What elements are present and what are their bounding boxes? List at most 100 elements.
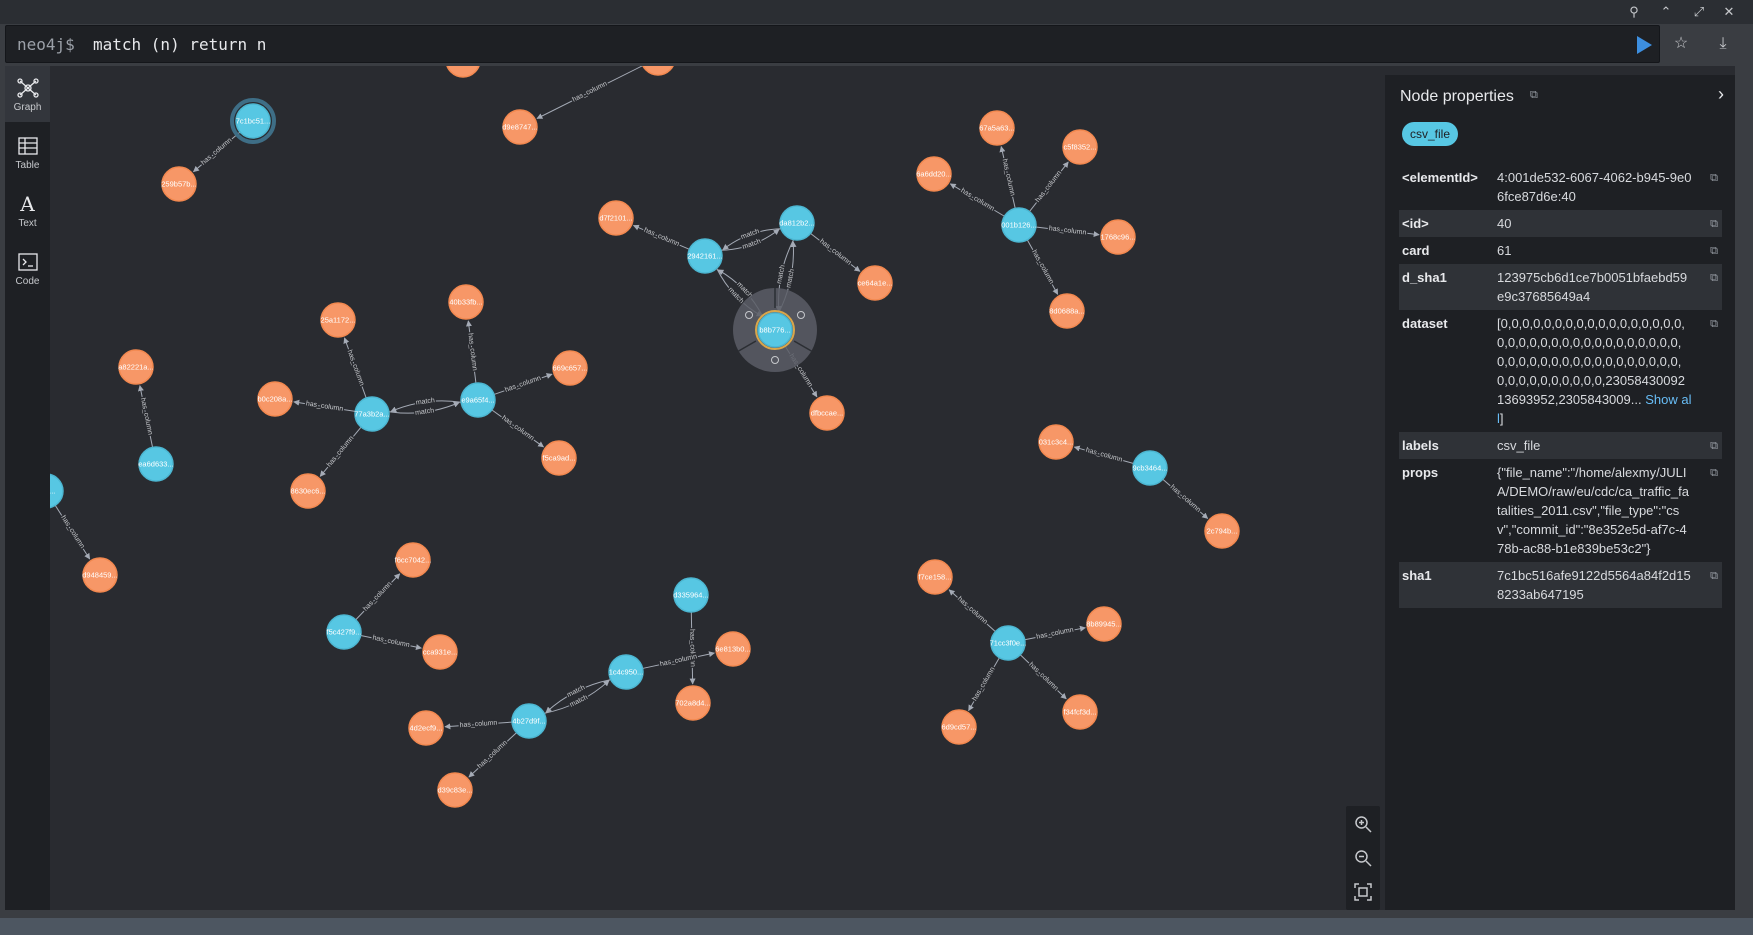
chevron-up-icon[interactable]: ⌃ [1657, 3, 1675, 21]
relationship[interactable]: has_column [491, 409, 545, 448]
chevron-right-icon[interactable]: › [1711, 83, 1731, 105]
graph-node[interactable]: 77a3b2a... [354, 396, 390, 432]
copy-icon[interactable]: ⧉ [1710, 269, 1718, 288]
graph-node[interactable]: f5c427f9... [326, 614, 362, 650]
copy-icon[interactable]: ⧉ [1710, 315, 1718, 334]
pin-icon[interactable]: ⚲ [1625, 3, 1643, 21]
relationship[interactable]: has_column [1029, 161, 1069, 212]
graph-node[interactable]: 259b57b... [161, 166, 197, 202]
relationship[interactable]: has_column [54, 505, 91, 560]
graph-node[interactable]: 669c657... [552, 350, 588, 386]
copy-icon[interactable]: ⧉ [1530, 89, 1538, 102]
label-chip[interactable]: csv_file [1402, 122, 1459, 146]
graph-node[interactable]: 702a8d4... [675, 685, 711, 721]
node-circle[interactable] [641, 66, 675, 76]
copy-icon[interactable]: ⧉ [1710, 437, 1718, 456]
graph-node[interactable]: 8630ec6... [290, 473, 326, 509]
relationship[interactable]: has_column [293, 399, 356, 415]
graph-node[interactable]: d335964... [673, 577, 709, 613]
graph-node[interactable]: 71cc3f0e... [990, 625, 1027, 661]
code-view-button[interactable]: Code [5, 240, 50, 296]
relationship[interactable]: has_column [444, 718, 513, 731]
star-icon[interactable]: ☆ [1671, 34, 1691, 54]
download-icon[interactable]: ⤓ [1713, 34, 1733, 54]
graph-node[interactable]: b0c208a... [257, 381, 293, 417]
relationship[interactable]: has_column [137, 385, 155, 448]
copy-icon[interactable]: ⧉ [1710, 215, 1718, 234]
zoom-in-icon[interactable] [1351, 812, 1375, 836]
graph-node[interactable]: 1c4c950... [608, 654, 644, 690]
graph-node[interactable]: 2c794b... [1204, 513, 1240, 549]
minimize-icon[interactable]: ⤢ [1690, 3, 1708, 21]
graph-node[interactable]: f6cc7042... [395, 542, 432, 578]
graph-node[interactable]: 9cb3464... [1132, 450, 1168, 486]
relationship[interactable]: match [545, 679, 611, 713]
graph-node[interactable]: d948459... [82, 557, 118, 593]
graph-node[interactable]: a82221a... [118, 349, 154, 385]
relationship[interactable]: has_column [355, 573, 401, 621]
text-view-button[interactable]: A Text [5, 182, 50, 238]
relationship[interactable]: has_column [632, 224, 690, 250]
relationship[interactable]: has_column [687, 611, 697, 685]
relationship[interactable]: match [544, 680, 610, 714]
relationship[interactable]: has_column [1026, 239, 1059, 295]
relationship[interactable]: has_column [465, 320, 479, 384]
relationship[interactable]: has_column [319, 426, 362, 477]
relationship[interactable]: has_column [999, 145, 1017, 209]
graph-node[interactable]: 8d0688a... [1049, 293, 1085, 329]
copy-icon[interactable]: ⧉ [1710, 242, 1718, 261]
relationship[interactable]: has_column [343, 337, 367, 399]
copy-icon[interactable]: ⧉ [1710, 169, 1718, 188]
graph-node[interactable]: cca931e... [422, 634, 458, 670]
close-icon[interactable]: ✕ [1720, 3, 1738, 21]
relationship[interactable]: has_column [1019, 654, 1067, 700]
graph-node[interactable]: 001b126... [1001, 207, 1037, 243]
relationship[interactable]: has_column [1073, 445, 1134, 465]
graph-node[interactable]: d7f2101... [598, 200, 634, 236]
graph-node[interactable]: 4b27d9f... [511, 703, 547, 739]
graph-node[interactable]: e9a65f4... [460, 382, 496, 418]
relationship[interactable]: has_column [1162, 478, 1209, 519]
relationship[interactable]: has_column [642, 651, 716, 670]
graph-node[interactable]: f34fcf3d... [1062, 694, 1098, 730]
graph-node[interactable] [641, 66, 675, 76]
graph-node[interactable]: 4d2ecf9... [408, 710, 444, 746]
relationship[interactable]: has_column [360, 633, 422, 651]
relationship[interactable]: has_column [493, 373, 553, 395]
query-input[interactable]: match (n) return n [93, 35, 266, 54]
relationship[interactable]: has_column [1024, 625, 1086, 642]
zoom-out-icon[interactable] [1351, 846, 1375, 870]
relationship[interactable]: has_column [968, 657, 1000, 712]
graph-node[interactable]: 7c1bc51... [230, 98, 276, 144]
graph-canvas[interactable]: has_column has_column has_column has_column… [50, 66, 1385, 910]
relationship-line[interactable] [544, 680, 610, 714]
graph-node[interactable]: ea6d633... [138, 446, 174, 482]
graph-node[interactable]: 59d... [50, 473, 64, 509]
graph-view-button[interactable]: Graph [5, 66, 50, 122]
graph-node[interactable]: e1b83c5... [445, 66, 480, 78]
graph-node[interactable]: c5f8352... [1062, 129, 1098, 165]
graph-node[interactable]: ce64a1e... [857, 265, 893, 301]
relationship[interactable]: has_column [536, 66, 644, 119]
relationship[interactable]: has_column [1035, 224, 1100, 238]
graph-node[interactable]: da812b2... [779, 205, 815, 241]
graph-node[interactable]: 8b89945... [1086, 606, 1122, 642]
relationship[interactable]: has_column [810, 232, 861, 272]
copy-icon[interactable]: ⧉ [1710, 464, 1718, 483]
relationship[interactable]: has_column [468, 732, 517, 778]
graph-node[interactable]: 40b33fb... [448, 284, 484, 320]
query-editor[interactable]: neo4j$ match (n) return n [5, 25, 1660, 63]
node-circle[interactable] [446, 66, 480, 78]
relationship[interactable]: has_column [949, 183, 1005, 217]
graph-node[interactable]: 1768c96... [1100, 219, 1136, 255]
relationship[interactable]: has_column [948, 589, 996, 632]
graph-node[interactable]: 6a6dd20... [916, 156, 952, 192]
graph-node[interactable]: 2942161... [687, 238, 723, 274]
graph-node[interactable]: 25a1172... [320, 302, 356, 338]
graph-node[interactable]: f7ce158... [917, 559, 953, 595]
graph-node[interactable]: f5ca9ad... [541, 440, 577, 476]
relationship-line[interactable] [545, 679, 611, 713]
fit-icon[interactable] [1351, 880, 1375, 904]
graph-node[interactable]: 67a5a63... [979, 110, 1015, 146]
relationship[interactable]: has_column [193, 131, 241, 173]
